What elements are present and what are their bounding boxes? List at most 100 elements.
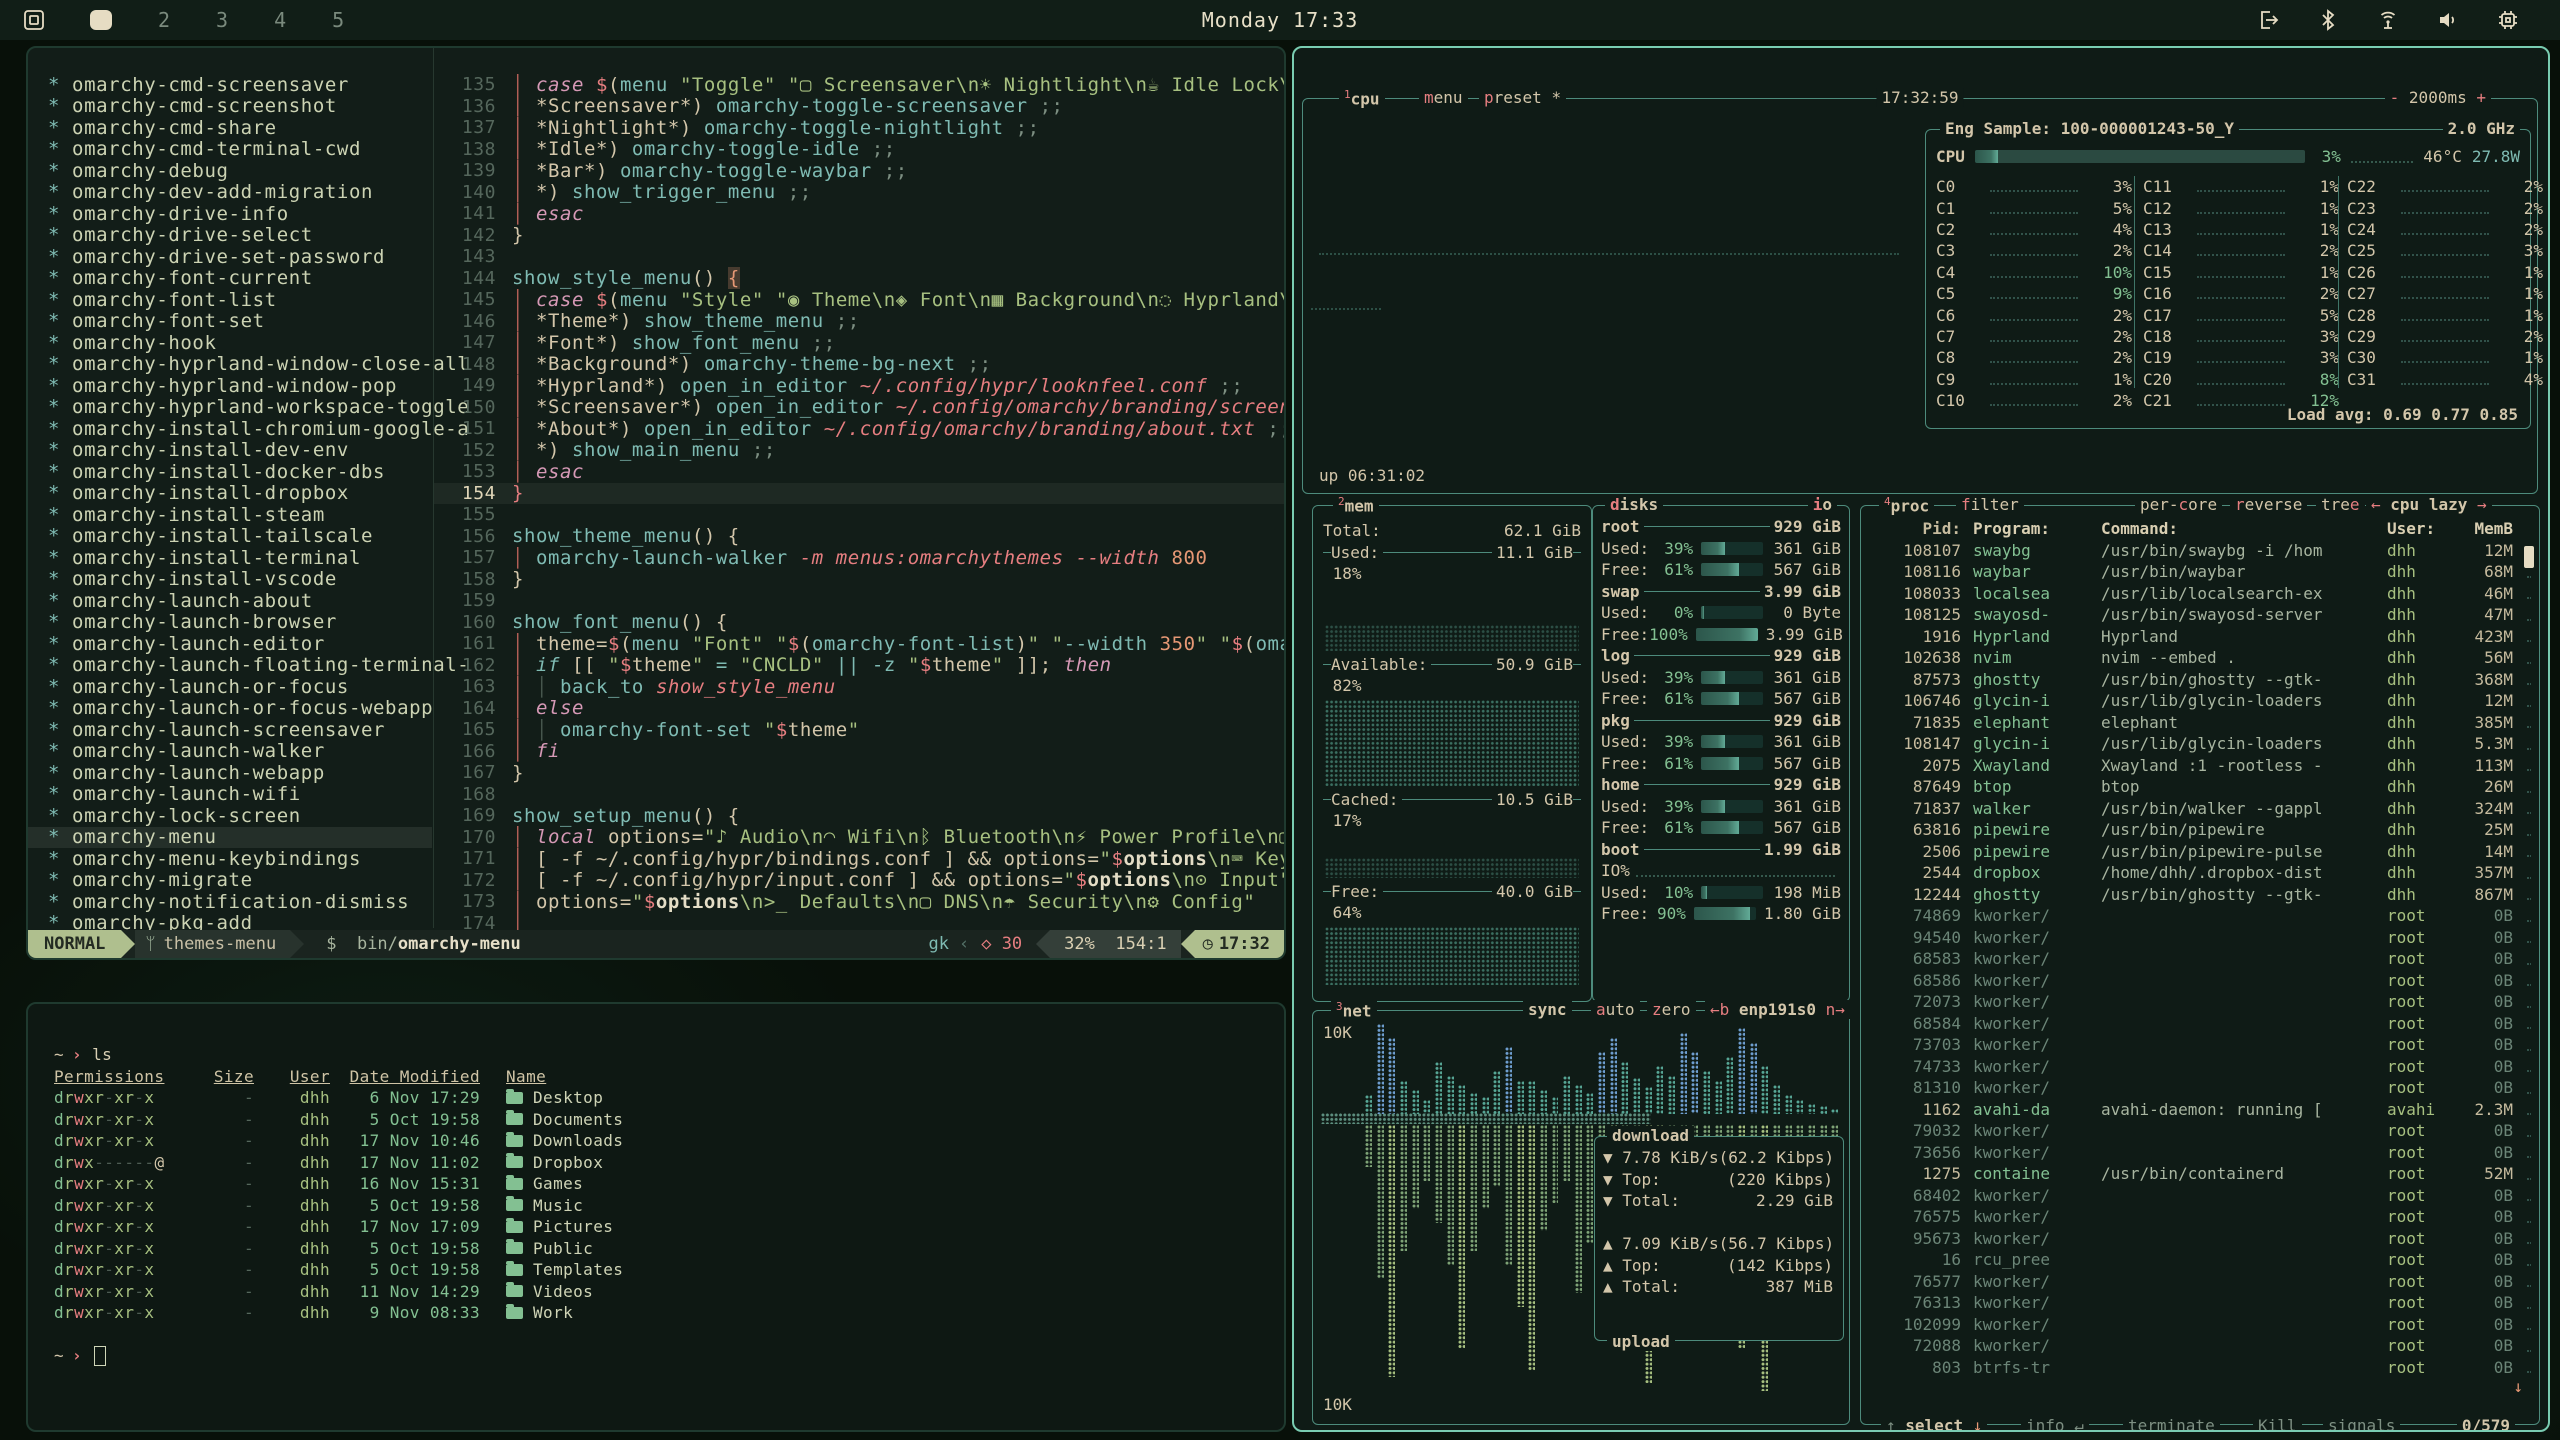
code-line[interactable]: 143 (434, 246, 1284, 268)
proc-info[interactable]: info ↵ (2021, 1416, 2089, 1432)
process-row[interactable]: 1162avahi-daavahi-daemon: running [avahi… (1869, 1099, 2531, 1121)
process-row[interactable]: 72073kworker/root0B0.0 (1869, 991, 2531, 1013)
code-line[interactable]: 154} (434, 483, 1284, 505)
file-item[interactable]: *omarchy-launch-editor (28, 633, 432, 655)
process-row[interactable]: 87573ghostty/usr/bin/ghostty --gtk-dhh36… (1869, 669, 2531, 691)
code-line[interactable]: 149│ *Hyprland*) open_in_editor ~/.confi… (434, 375, 1284, 397)
code-line[interactable]: 171│ [ -f ~/.config/hypr/bindings.conf ]… (434, 848, 1284, 870)
process-row[interactable]: 81310kworker/root0B0.0 (1869, 1077, 2531, 1099)
file-item[interactable]: *omarchy-drive-info (28, 203, 432, 225)
code-line[interactable]: 142} (434, 225, 1284, 247)
file-item[interactable]: *omarchy-font-list (28, 289, 432, 311)
proc-sort[interactable]: ← cpu lazy → (2366, 495, 2492, 514)
file-item[interactable]: *omarchy-launch-webapp (28, 762, 432, 784)
tab-cpu[interactable]: 1cpu (1339, 88, 1385, 108)
file-item[interactable]: *omarchy-launch-walker (28, 741, 432, 763)
file-item[interactable]: *omarchy-font-current (28, 268, 432, 290)
proc-reverse[interactable]: reverse (2230, 495, 2307, 514)
process-row[interactable]: 12244ghostty/usr/bin/ghostty --gtk-dhh86… (1869, 884, 2531, 906)
file-item[interactable]: *omarchy-launch-floating-terminal- (28, 655, 432, 677)
code-line[interactable]: 136│ *Screensaver*) omarchy-toggle-scree… (434, 96, 1284, 118)
code-line[interactable]: 148│ *Background*) omarchy-theme-bg-next… (434, 354, 1284, 376)
code-line[interactable]: 166│ fi (434, 741, 1284, 763)
code-line[interactable]: 167} (434, 762, 1284, 784)
code-line[interactable]: 153│ esac (434, 461, 1284, 483)
process-row[interactable]: 74733kworker/root0B0.0 (1869, 1056, 2531, 1078)
process-row[interactable]: 63816pipewire/usr/bin/pipewiredhh25M0.0 (1869, 819, 2531, 841)
code-line[interactable]: 168 (434, 784, 1284, 806)
code-line[interactable]: 165│ │ omarchy-font-set "$theme" (434, 719, 1284, 741)
file-item[interactable]: *omarchy-launch-or-focus (28, 676, 432, 698)
code-line[interactable]: 161│ theme=$(menu "Font" "$(omarchy-font… (434, 633, 1284, 655)
code-line[interactable]: 144show_style_menu() { (434, 268, 1284, 290)
file-item[interactable]: *omarchy-hyprland-workspace-toggle (28, 397, 432, 419)
code-line[interactable]: 151│ *About*) open_in_editor ~/.config/o… (434, 418, 1284, 440)
process-row[interactable]: 79032kworker/root0B0.0 (1869, 1120, 2531, 1142)
process-row[interactable]: 108107swaybg/usr/bin/swaybg -i /homdhh12… (1869, 540, 2531, 562)
tab-net[interactable]: 3net (1331, 1000, 1377, 1020)
code-line[interactable]: 139│ *Bar*) omarchy-toggle-waybar ;; (434, 160, 1284, 182)
file-item[interactable]: *omarchy-launch-about (28, 590, 432, 612)
code-line[interactable]: 164│ else (434, 698, 1284, 720)
code-line[interactable]: 155 (434, 504, 1284, 526)
file-item[interactable]: *omarchy-hook (28, 332, 432, 354)
file-item[interactable]: *omarchy-launch-or-focus-webapp (28, 698, 432, 720)
code-line[interactable]: 172│ [ -f ~/.config/hypr/input.conf ] &&… (434, 870, 1284, 892)
process-row[interactable]: 68583kworker/root0B0.0 (1869, 948, 2531, 970)
file-item[interactable]: *omarchy-cmd-share (28, 117, 432, 139)
proc-filter[interactable]: filter (1956, 495, 2024, 514)
code-line[interactable]: 157│ omarchy-launch-walker -m menus:omar… (434, 547, 1284, 569)
file-item[interactable]: *omarchy-install-tailscale (28, 526, 432, 548)
process-row[interactable]: 74869kworker/root0B0.0 (1869, 905, 2531, 927)
process-row[interactable]: 102099kworker/root0B0.0 (1869, 1314, 2531, 1336)
process-row[interactable]: 95673kworker/root0B0.0 (1869, 1228, 2531, 1250)
process-row[interactable]: 76575kworker/root0B0.0 (1869, 1206, 2531, 1228)
code-line[interactable]: 158} (434, 569, 1284, 591)
proc-kill[interactable]: Kill (2253, 1416, 2302, 1432)
process-row[interactable]: 1916HyprlandHyprlanddhh423M0.1 (1869, 626, 2531, 648)
tab-menu[interactable]: menu (1419, 88, 1468, 107)
process-row[interactable]: 102638nvimnvim --embed .dhh56M0.0 (1869, 647, 2531, 669)
code-line[interactable]: 140│ *) show_trigger_menu ;; (434, 182, 1284, 204)
process-row[interactable]: 2075XwaylandXwayland :1 -rootless -dhh11… (1869, 755, 2531, 777)
file-item[interactable]: *omarchy-hyprland-window-pop (28, 375, 432, 397)
process-row[interactable]: 68402kworker/root0B0.0 (1869, 1185, 2531, 1207)
proc-signals[interactable]: signals (2323, 1416, 2400, 1432)
file-item[interactable]: *omarchy-cmd-terminal-cwd (28, 139, 432, 161)
process-row[interactable]: 68586kworker/root0B0.0 (1869, 970, 2531, 992)
tab-mem[interactable]: 2mem (1333, 495, 1379, 515)
file-item[interactable]: *omarchy-install-dev-env (28, 440, 432, 462)
file-item[interactable]: *omarchy-menu (28, 827, 432, 849)
file-item[interactable]: *omarchy-install-chromium-google-a (28, 418, 432, 440)
process-row[interactable]: 87649btopbtopdhh26M0.0 (1869, 776, 2531, 798)
net-auto[interactable]: auto (1591, 1000, 1640, 1019)
code-line[interactable]: 169show_setup_menu() { (434, 805, 1284, 827)
file-item[interactable]: *omarchy-lock-screen (28, 805, 432, 827)
tab-disks[interactable]: disks (1605, 495, 1663, 514)
tab-preset[interactable]: preset * (1479, 88, 1566, 107)
proc-select[interactable]: ↑ select ↓ (1881, 1416, 1987, 1432)
process-row[interactable]: 73656kworker/root0B0.0 (1869, 1142, 2531, 1164)
file-item[interactable]: *omarchy-dev-add-migration (28, 182, 432, 204)
process-row[interactable]: 76577kworker/root0B0.0 (1869, 1271, 2531, 1293)
file-item[interactable]: *omarchy-cmd-screensaver (28, 74, 432, 96)
file-item[interactable]: *omarchy-install-vscode (28, 569, 432, 591)
code-line[interactable]: 138│ *Idle*) omarchy-toggle-idle ;; (434, 139, 1284, 161)
file-item[interactable]: *omarchy-font-set (28, 311, 432, 333)
process-row[interactable]: 94540kworker/root0B0.0 (1869, 927, 2531, 949)
code-line[interactable]: 135│ case $(menu "Toggle" "▢ Screensaver… (434, 74, 1284, 96)
process-row[interactable]: 73703kworker/root0B0.0 (1869, 1034, 2531, 1056)
process-row[interactable]: 106746glycin-i/usr/lib/glycin-loadersdhh… (1869, 690, 2531, 712)
code-line[interactable]: 170│ local options="♪ Audio\n◠ Wifi\nᛒ B… (434, 827, 1284, 849)
file-item[interactable]: *omarchy-notification-dismiss (28, 891, 432, 913)
proc-per-core[interactable]: per-core (2135, 495, 2222, 514)
code-line[interactable]: 146│ *Theme*) show_theme_menu ;; (434, 311, 1284, 333)
proc-scrollbar[interactable] (2524, 546, 2534, 568)
file-item[interactable]: *omarchy-launch-screensaver (28, 719, 432, 741)
file-item[interactable]: *omarchy-install-docker-dbs (28, 461, 432, 483)
file-item[interactable]: *omarchy-debug (28, 160, 432, 182)
update-interval[interactable]: - 2000ms + (2385, 88, 2491, 107)
code-line[interactable]: 160show_font_menu() { (434, 612, 1284, 634)
code-line[interactable]: 159 (434, 590, 1284, 612)
process-row[interactable]: 1275containe/usr/bin/containerdroot52M0.… (1869, 1163, 2531, 1185)
